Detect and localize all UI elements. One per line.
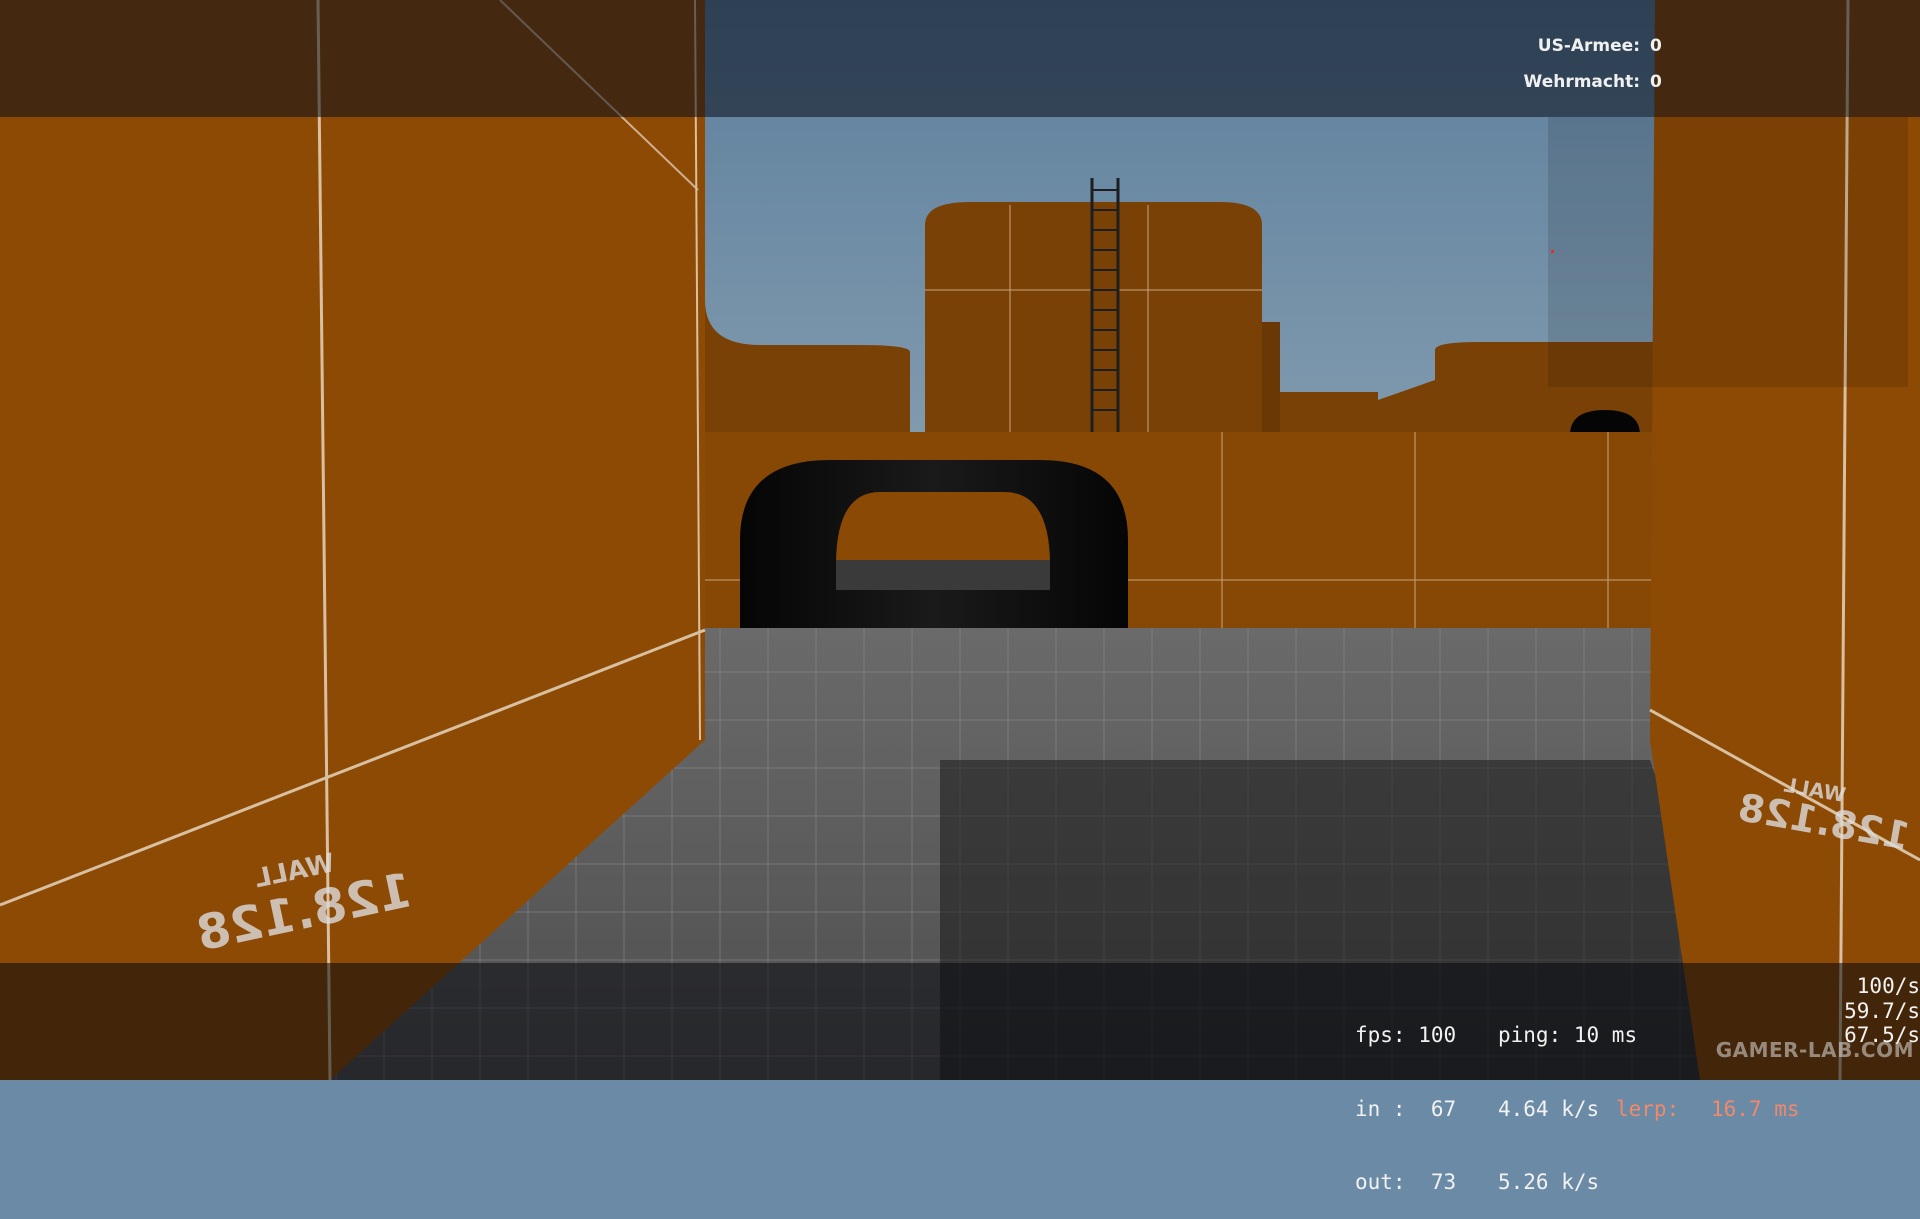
net-graph-rates: 100/s 59.7/s 67.5/s [1844,974,1920,1048]
out-label: out: [1355,1170,1406,1194]
lerp-value: 16.7 ms [1711,1096,1800,1121]
game-world-view: WALL 128.128 WALL 128.128 [0,0,1920,1080]
ping-label: ping: [1498,1023,1562,1047]
team-score: 0 [1650,36,1662,56]
rate-1: 100/s [1856,974,1920,998]
out-rate: 5.26 k/s [1498,1170,1600,1194]
ping-value: 10 ms [1573,1023,1638,1047]
in-label: in : [1355,1096,1406,1121]
lerp-label: lerp: [1616,1096,1680,1121]
team-name: Wehrmacht: [1523,72,1640,92]
net-graph: fps: 100 ping: 10 ms in : 67 4.64 k/s lerp:… [1355,974,1821,1219]
net-graph-row-3: out: 73 5.26 k/s [1355,1170,1821,1195]
team-name: US-Armee: [1537,36,1640,56]
team-score: 0 [1650,72,1662,92]
in-packets: 67 [1430,1096,1457,1121]
crosshair-dot [1551,250,1554,253]
site-watermark: GAMER-LAB.COM [1715,1038,1914,1062]
in-rate: 4.64 k/s [1498,1096,1600,1121]
fps-value: 100 [1418,1023,1457,1047]
center-wall [705,432,1655,628]
score-row-us: US-Armee: 0 [1524,28,1680,64]
score-row-wehrmacht: Wehrmacht: 0 [1524,64,1680,100]
out-packets: 73 [1430,1170,1457,1194]
team-scoreboard: US-Armee: 0 Wehrmacht: 0 [1524,28,1680,100]
fps-label: fps: [1355,1023,1406,1047]
rate-2: 59.7/s [1844,998,1920,1023]
net-graph-row-2: in : 67 4.64 k/s lerp: 16.7 ms [1355,1097,1821,1122]
